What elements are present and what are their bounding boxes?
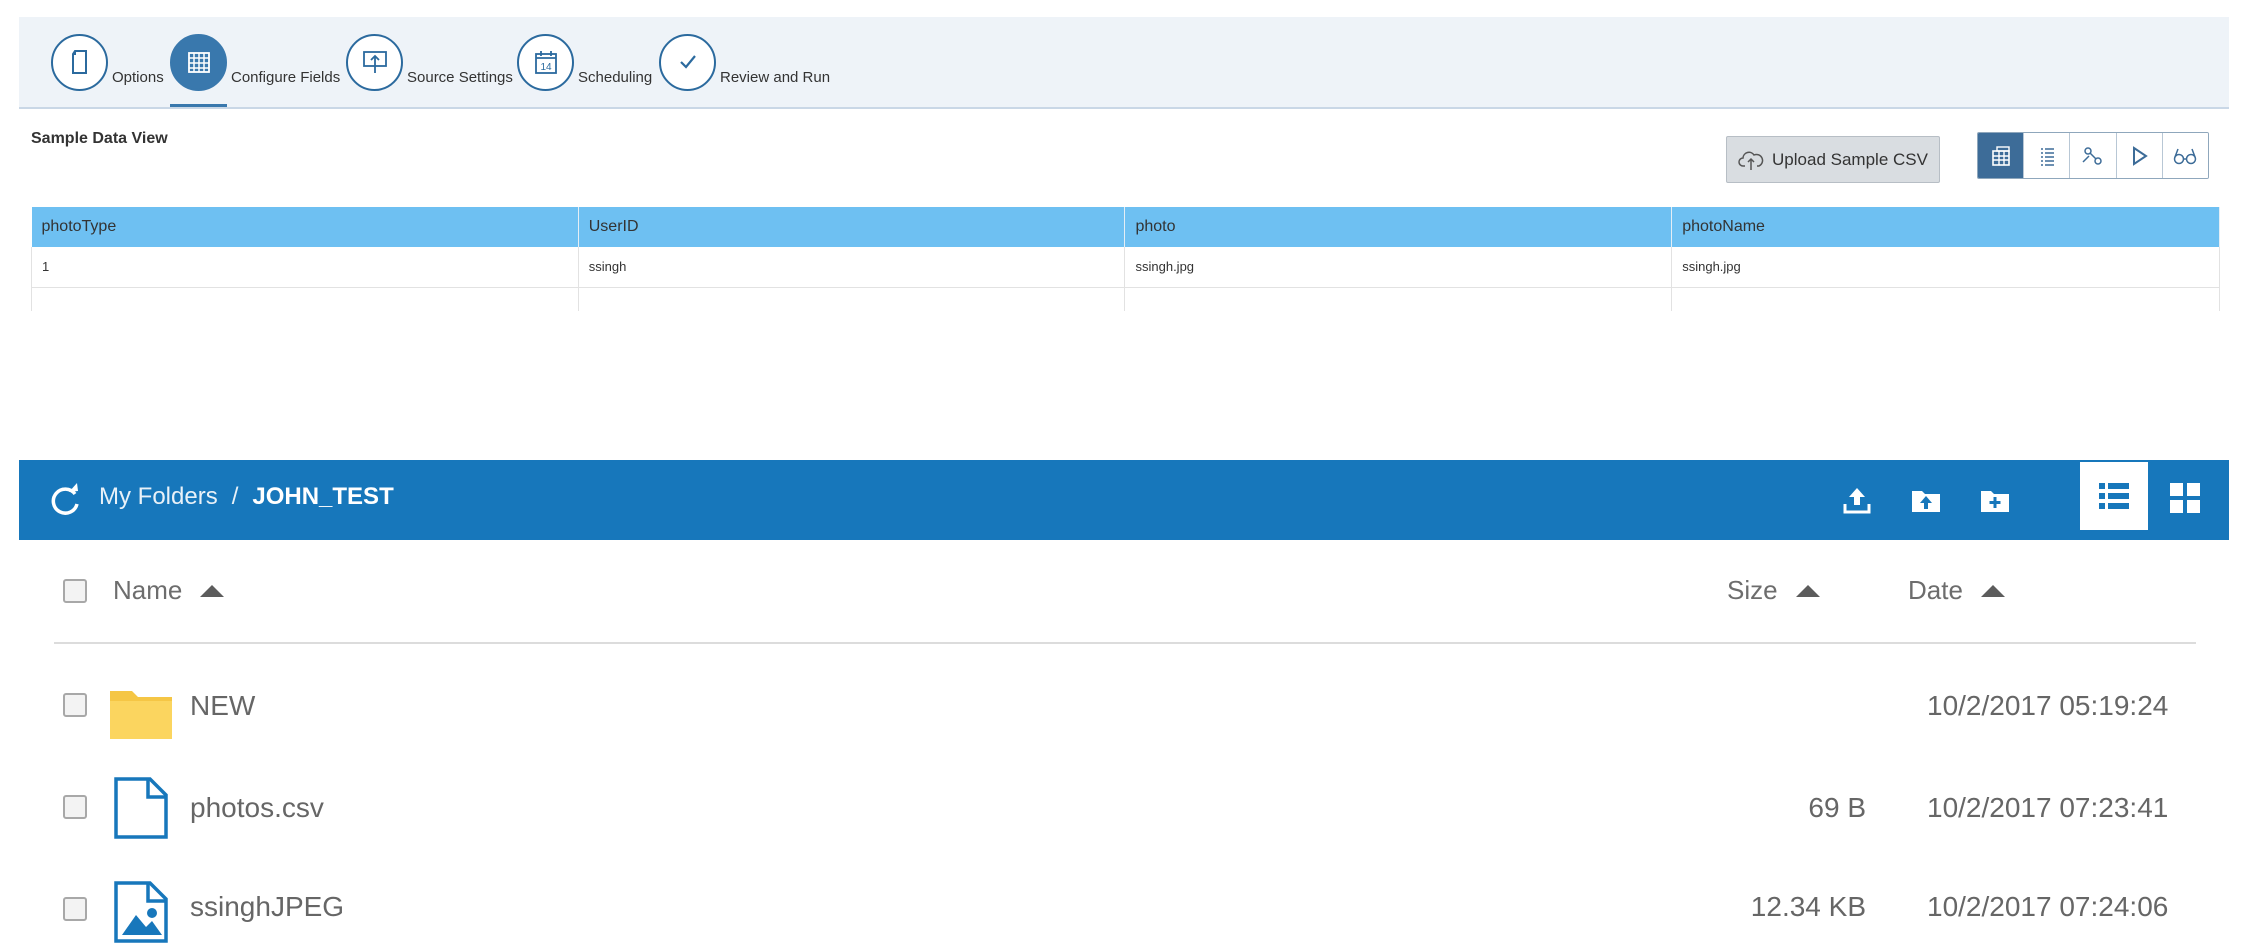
step-label: Configure Fields bbox=[231, 68, 341, 86]
checkmark-icon[interactable] bbox=[659, 33, 716, 91]
run-button[interactable] bbox=[2116, 133, 2163, 178]
size-column-label: Size bbox=[1727, 575, 1778, 605]
upload-button-label: Upload Sample CSV bbox=[1772, 149, 1928, 169]
list-item[interactable]: ssinghJPEG 12.34 KB 10/2/2017 07:24:06 bbox=[0, 869, 2248, 949]
table-view-button[interactable] bbox=[1978, 133, 2025, 178]
step-scheduling[interactable]: 14 Scheduling bbox=[517, 32, 652, 92]
table-cell bbox=[1124, 287, 1673, 311]
step-review-and-run[interactable]: Review and Run bbox=[659, 32, 830, 92]
file-date: 10/2/2017 05:19:24 bbox=[1927, 690, 2169, 721]
list-item[interactable]: NEW 10/2/2017 05:19:24 bbox=[0, 665, 2248, 745]
table-cell: ssingh bbox=[578, 247, 1126, 288]
file-name[interactable]: photos.csv bbox=[190, 792, 324, 824]
active-step-indicator bbox=[170, 104, 227, 107]
file-date: 10/2/2017 07:23:41 bbox=[1927, 792, 2169, 823]
grid-icon[interactable] bbox=[170, 33, 227, 91]
column-header[interactable]: photoName bbox=[1671, 207, 2220, 247]
date-column-label: Date bbox=[1908, 575, 1963, 605]
data-view-toolbar bbox=[1977, 132, 2209, 179]
table-view-icon bbox=[1991, 145, 2010, 166]
table-cell: ssingh.jpg bbox=[1124, 247, 1673, 288]
breadcrumb-current: JOHN_TEST bbox=[252, 483, 394, 510]
upload-sample-csv-button[interactable]: Upload Sample CSV bbox=[1726, 136, 1940, 183]
folder-icon bbox=[110, 691, 172, 739]
sample-data-table: photoType UserID photo photoName 1 ssing… bbox=[31, 207, 2220, 311]
step-label: Review and Run bbox=[720, 68, 831, 86]
table-cell: 1 bbox=[31, 247, 579, 288]
file-date: 10/2/2017 07:24:06 bbox=[1927, 891, 2169, 922]
calendar-icon[interactable]: 14 bbox=[517, 33, 574, 91]
grid-view-toggle[interactable] bbox=[2167, 480, 2203, 516]
presentation-upload-icon[interactable] bbox=[346, 33, 403, 91]
sort-ascending-icon bbox=[200, 584, 225, 597]
upload-icon bbox=[1843, 488, 1871, 514]
breadcrumb-separator: / bbox=[231, 483, 239, 510]
step-configure-fields[interactable]: Configure Fields bbox=[170, 32, 340, 92]
step-label: Options bbox=[112, 68, 164, 86]
table-cell bbox=[1671, 287, 2220, 311]
upload-folder-button[interactable] bbox=[1908, 482, 1944, 518]
refresh-button[interactable] bbox=[47, 480, 83, 520]
table-row: 1 ssingh ssingh.jpg ssingh.jpg bbox=[31, 247, 2220, 288]
breadcrumb: My Folders / JOHN_TEST bbox=[99, 483, 394, 511]
refresh-icon bbox=[51, 483, 79, 515]
column-header[interactable]: photoType bbox=[31, 207, 579, 247]
document-file-icon bbox=[114, 777, 168, 839]
sort-ascending-icon bbox=[1795, 584, 1820, 597]
document-icon[interactable] bbox=[51, 33, 108, 91]
file-size: 69 B bbox=[1808, 792, 1866, 823]
cloud-upload-icon bbox=[1738, 151, 1764, 170]
list-icon bbox=[2099, 483, 2129, 509]
mapping-button[interactable] bbox=[2070, 133, 2117, 178]
wizard-steps-bar: Options Configure Fields Source Settings bbox=[19, 17, 2229, 109]
new-folder-button[interactable] bbox=[1977, 482, 2013, 518]
name-column-label: Name bbox=[113, 575, 183, 605]
breadcrumb-my-folders[interactable]: My Folders bbox=[99, 483, 218, 511]
select-all-checkbox[interactable] bbox=[63, 579, 87, 603]
file-name[interactable]: NEW bbox=[190, 690, 255, 722]
row-checkbox[interactable] bbox=[63, 897, 87, 921]
list-view-toggle[interactable] bbox=[2080, 462, 2148, 530]
row-checkbox[interactable] bbox=[63, 693, 87, 717]
image-file-icon bbox=[114, 881, 168, 943]
name-column-header[interactable]: Name bbox=[113, 575, 225, 606]
run-icon bbox=[2133, 145, 2149, 166]
preview-button[interactable] bbox=[2162, 133, 2208, 178]
table-row-empty bbox=[31, 287, 2220, 311]
size-column-header[interactable]: Size bbox=[1727, 575, 1820, 606]
upload-file-button[interactable] bbox=[1839, 482, 1875, 518]
step-source-settings[interactable]: Source Settings bbox=[346, 32, 513, 92]
list-view-icon bbox=[2040, 147, 2054, 166]
step-label: Scheduling bbox=[578, 68, 653, 86]
step-options[interactable]: Options bbox=[51, 32, 164, 92]
table-header-row: photoType UserID photo photoName bbox=[31, 207, 2220, 247]
file-name[interactable]: ssinghJPEG bbox=[190, 891, 344, 923]
header-divider bbox=[54, 642, 2196, 644]
table-cell bbox=[31, 287, 579, 311]
list-item[interactable]: photos.csv 69 B 10/2/2017 07:23:41 bbox=[0, 767, 2248, 847]
sort-ascending-icon bbox=[1980, 584, 2005, 597]
table-cell bbox=[578, 287, 1126, 311]
file-browser-header: My Folders / JOHN_TEST bbox=[19, 460, 2229, 540]
column-header[interactable]: photo bbox=[1124, 207, 1673, 247]
list-view-button[interactable] bbox=[2024, 133, 2071, 178]
folder-add-icon bbox=[1981, 491, 2009, 512]
mapping-icon bbox=[2082, 146, 2102, 165]
column-header[interactable]: UserID bbox=[578, 207, 1126, 247]
folder-upload-icon bbox=[1912, 491, 1940, 512]
calendar-day: 14 bbox=[540, 62, 552, 73]
file-size: 12.34 KB bbox=[1750, 891, 1866, 922]
row-checkbox[interactable] bbox=[63, 795, 87, 819]
date-column-header[interactable]: Date bbox=[1908, 575, 2005, 606]
grid-view-icon bbox=[2170, 483, 2200, 513]
step-label: Source Settings bbox=[407, 68, 513, 86]
table-cell: ssingh.jpg bbox=[1671, 247, 2220, 288]
sample-data-view-title: Sample Data View bbox=[31, 130, 168, 147]
preview-icon bbox=[2174, 148, 2197, 164]
